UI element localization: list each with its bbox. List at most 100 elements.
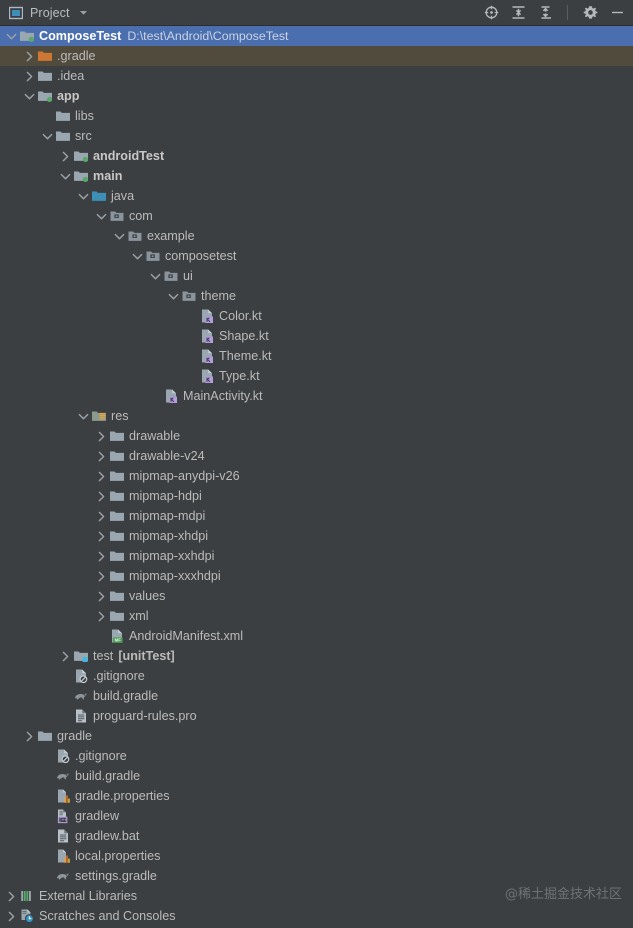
chevron-right-icon[interactable] [22,66,36,86]
settings-gear-icon[interactable] [582,3,598,23]
chevron-down-icon[interactable] [22,86,36,106]
tree-row[interactable]: composetest [0,246,633,266]
chevron-down-icon[interactable] [76,186,90,206]
tree-row[interactable]: res [0,406,633,426]
tree-node-label: mipmap-mdpi [129,509,206,523]
tree-row[interactable]: drawable [0,426,633,446]
tree-row[interactable]: ComposeTest D:\test\Android\ComposeTest [0,26,633,46]
chevron-right-icon[interactable] [94,606,108,626]
tree-node-label: Type.kt [219,369,260,383]
tree-row[interactable]: .gradle [0,46,633,66]
chevron-down-icon[interactable] [4,26,18,46]
chevron-right-icon[interactable] [4,906,18,926]
hide-icon[interactable] [609,3,625,23]
tree-row[interactable]: .gitignore [0,746,633,766]
gitignore-file-icon [72,666,89,686]
tree-row[interactable]: java [0,186,633,206]
select-opened-file-icon[interactable] [483,3,499,23]
tree-row[interactable]: build.gradle [0,686,633,706]
tree-row[interactable]: example [0,226,633,246]
chevron-down-icon[interactable] [166,286,180,306]
tree-row[interactable]: Type.kt [0,366,633,386]
tree-row[interactable]: xml [0,606,633,626]
tree-row[interactable]: gradle.properties [0,786,633,806]
chevron-right-icon[interactable] [58,146,72,166]
expand-all-icon[interactable] [510,3,526,23]
chevron-down-icon[interactable] [148,266,162,286]
chevron-right-icon[interactable] [94,506,108,526]
tree-row[interactable]: values [0,586,633,606]
tree-row[interactable]: theme [0,286,633,306]
chevron-down-icon[interactable] [40,126,54,146]
chevron-right-icon[interactable] [94,486,108,506]
collapse-all-icon[interactable] [537,3,553,23]
chevron-right-icon[interactable] [94,526,108,546]
tree-row[interactable]: app [0,86,633,106]
tree-row[interactable]: .idea [0,66,633,86]
tree-row[interactable]: src [0,126,633,146]
tree-row[interactable]: .gitignore [0,666,633,686]
tree-row[interactable]: com [0,206,633,226]
tree-row[interactable]: Theme.kt [0,346,633,366]
tree-row[interactable]: Scratches and Consoles [0,906,633,926]
tree-row[interactable]: ui [0,266,633,286]
chevron-right-icon[interactable] [58,646,72,666]
chevron-down-icon[interactable] [130,246,144,266]
tree-row[interactable]: C++ gradlew [0,806,633,826]
tree-arrow-placeholder [184,366,198,386]
tree-node-label: build.gradle [93,689,159,703]
project-tree[interactable]: ComposeTest D:\test\Android\ComposeTest .… [0,26,633,928]
chevron-right-icon[interactable] [22,726,36,746]
tree-row[interactable]: mipmap-xxxhdpi [0,566,633,586]
svg-text:C++: C++ [58,818,67,823]
chevron-down-icon[interactable] [112,226,126,246]
tree-row[interactable]: test [unitTest] [0,646,633,666]
tree-row[interactable]: Color.kt [0,306,633,326]
tree-row[interactable]: gradle [0,726,633,746]
chevron-right-icon[interactable] [94,466,108,486]
tree-node-label: proguard-rules.pro [93,709,197,723]
tree-row[interactable]: mipmap-mdpi [0,506,633,526]
tree-row[interactable]: gradlew.bat [0,826,633,846]
tree-row[interactable]: Shape.kt [0,326,633,346]
tree-row[interactable]: androidTest [0,146,633,166]
tree-row[interactable]: drawable-v24 [0,446,633,466]
chevron-right-icon[interactable] [94,426,108,446]
chevron-down-icon[interactable] [94,206,108,226]
chevron-right-icon[interactable] [94,586,108,606]
chevron-right-icon[interactable] [22,46,36,66]
chevron-down-icon[interactable] [77,3,90,23]
tree-row[interactable]: local.properties [0,846,633,866]
tree-node-label: Scratches and Consoles [39,909,176,923]
tree-row[interactable]: proguard-rules.pro [0,706,633,726]
package-icon [180,286,197,306]
tree-arrow-placeholder [40,806,54,826]
chevron-down-icon[interactable] [76,406,90,426]
tree-row[interactable]: libs [0,106,633,126]
chevron-right-icon[interactable] [94,566,108,586]
tree-row[interactable]: mipmap-xxhdpi [0,546,633,566]
tree-row[interactable]: MainActivity.kt [0,386,633,406]
tree-row[interactable]: mipmap-xhdpi [0,526,633,546]
tree-row[interactable]: mipmap-hdpi [0,486,633,506]
gradle-file-icon [54,766,71,786]
chevron-right-icon[interactable] [94,546,108,566]
tree-arrow-placeholder [58,666,72,686]
tree-node-label: java [111,189,135,203]
chevron-right-icon[interactable] [4,886,18,906]
tree-row[interactable]: mipmap-anydpi-v26 [0,466,633,486]
chevron-down-icon[interactable] [58,166,72,186]
tree-row[interactable]: main [0,166,633,186]
project-tool-window-title[interactable]: Project [30,6,70,20]
folder-icon [108,586,125,606]
tree-row[interactable]: build.gradle [0,766,633,786]
tree-row[interactable]: MF AndroidManifest.xml [0,626,633,646]
chevron-right-icon[interactable] [94,446,108,466]
